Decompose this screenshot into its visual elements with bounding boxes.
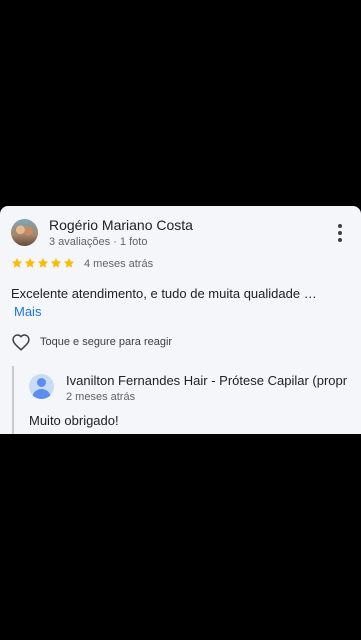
- owner-avatar-body: [32, 389, 51, 399]
- rating-stars: [11, 257, 75, 269]
- reviewer-avatar[interactable]: [11, 219, 38, 246]
- star-icon: [11, 258, 23, 268]
- owner-avatar-head: [37, 378, 46, 387]
- star-icon: [37, 258, 49, 268]
- react-hint: Toque e segure para reagir: [40, 336, 173, 348]
- more-link[interactable]: Mais: [14, 304, 41, 319]
- heart-icon[interactable]: [11, 333, 31, 351]
- review-text: Excelente atendimento, e tudo de muita q…: [11, 286, 317, 301]
- owner-name: Ivanilton Fernandes Hair - Prótese Capil…: [66, 373, 348, 388]
- reviewer-name[interactable]: Rogério Mariano Costa: [49, 217, 193, 233]
- star-icon: [63, 258, 75, 268]
- review-card: Rogério Mariano Costa 3 avaliações · 1 f…: [0, 206, 361, 434]
- review-time: 4 meses atrás: [84, 258, 154, 270]
- owner-avatar: [29, 374, 54, 399]
- owner-reply-text: Muito obrigado!: [29, 413, 119, 428]
- star-icon: [50, 258, 62, 268]
- owner-reply-time: 2 meses atrás: [66, 391, 136, 403]
- more-options-icon[interactable]: [333, 223, 347, 243]
- reviewer-meta: 3 avaliações · 1 foto: [49, 236, 148, 248]
- reply-divider: [12, 366, 14, 434]
- star-icon: [24, 258, 36, 268]
